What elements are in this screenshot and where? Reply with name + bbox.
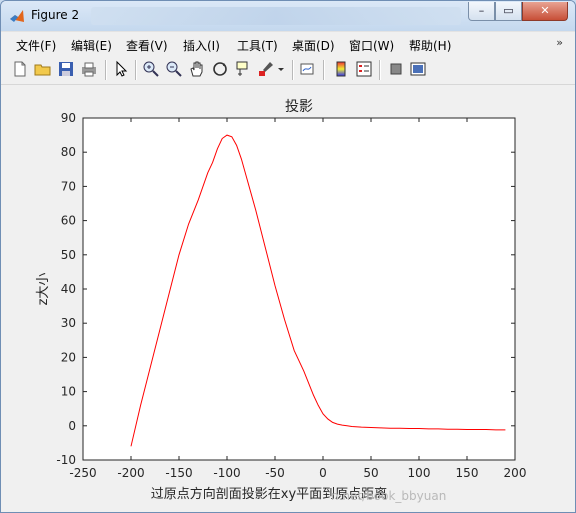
matlab-logo-icon [9,8,25,24]
edit-plot-icon[interactable] [112,60,130,78]
x-tick-label: -150 [165,466,192,480]
new-figure-icon[interactable] [11,60,29,78]
figure-canvas[interactable]: -250 -200 -150 -100 -50 0 50 100 150 200 -10 0 10 20 3… [1,85,575,512]
maximize-button[interactable]: ▭ [495,2,522,21]
close-button[interactable]: ✕ [522,2,568,21]
rotate-3d-icon[interactable] [211,60,229,78]
y-tick-label: -10 [56,453,76,467]
toolbar-separator [379,60,381,80]
y-tick-label: 40 [61,282,76,296]
toolbar-separator [135,60,137,80]
menu-overflow-icon[interactable]: » [556,36,563,49]
watermark: n.net/book_bbyuan [331,489,447,503]
title-bar[interactable]: Figure 2 – ▭ ✕ [1,1,575,31]
x-tick-label: 200 [504,466,527,480]
toolbar-separator [292,60,294,80]
toolbar [1,56,575,85]
menu-edit[interactable]: 编辑(E) [71,37,112,54]
brush-icon[interactable] [257,60,275,78]
x-tick-label: 50 [363,466,378,480]
axes-box[interactable] [82,117,516,461]
y-axis-label: z大小 [36,273,51,306]
menu-help[interactable]: 帮助(H) [409,37,451,54]
plot-svg: -250 -200 -150 -100 -50 0 50 100 150 200-10010203… [36,99,527,502]
colorbar-icon[interactable] [332,60,350,78]
print-icon[interactable] [80,60,98,78]
x-tick-label: -100 [213,466,240,480]
menu-desktop[interactable]: 桌面(D) [292,37,335,54]
window-title: Figure 2 [31,8,80,22]
x-tick-label: -200 [117,466,144,480]
open-file-icon[interactable] [34,60,52,78]
x-tick-label: 0 [319,466,327,480]
menu-bar: 文件(F) 编辑(E) 查看(V) 插入(I) 工具(T) 桌面(D) 窗口(W… [1,31,575,56]
blurred-taskbar-region [91,7,461,25]
y-tick-label: 30 [61,316,76,330]
y-tick-label: 50 [61,248,76,262]
x-tick-label: -250 [69,466,96,480]
y-tick-label: 70 [61,179,76,193]
y-tick-label: 0 [68,419,76,433]
menu-view[interactable]: 查看(V) [126,37,168,54]
y-tick-label: 90 [61,111,76,125]
brush-dropdown-icon[interactable] [277,60,285,78]
legend-icon[interactable] [355,60,373,78]
chart-title: 投影 [285,99,313,115]
x-tick-label: 150 [456,466,479,480]
y-tick-label: 60 [61,214,76,228]
x-tick-label: 100 [408,466,431,480]
y-tick-label: 10 [61,385,76,399]
link-plot-icon[interactable] [299,60,317,78]
save-icon[interactable] [57,60,75,78]
hide-plot-tools-icon[interactable] [387,60,405,78]
menu-file[interactable]: 文件(F) [16,37,56,54]
x-tick-label: -50 [265,466,285,480]
y-tick-label: 80 [61,145,76,159]
menu-window[interactable]: 窗口(W) [349,37,394,54]
zoom-in-icon[interactable] [142,60,160,78]
minimize-button[interactable]: – [468,2,495,21]
y-tick-label: 20 [61,350,76,364]
toolbar-separator [105,60,107,80]
zoom-out-icon[interactable] [165,60,183,78]
menu-tools[interactable]: 工具(T) [237,37,278,54]
menu-insert[interactable]: 插入(I) [183,37,220,54]
figure-window: Figure 2 – ▭ ✕ 文件(F) 编辑(E) 查看(V) 插入(I) 工… [0,0,576,513]
toolbar-separator [323,60,325,80]
show-plot-tools-icon[interactable] [409,60,427,78]
data-cursor-icon[interactable] [234,60,252,78]
pan-icon[interactable] [188,60,206,78]
